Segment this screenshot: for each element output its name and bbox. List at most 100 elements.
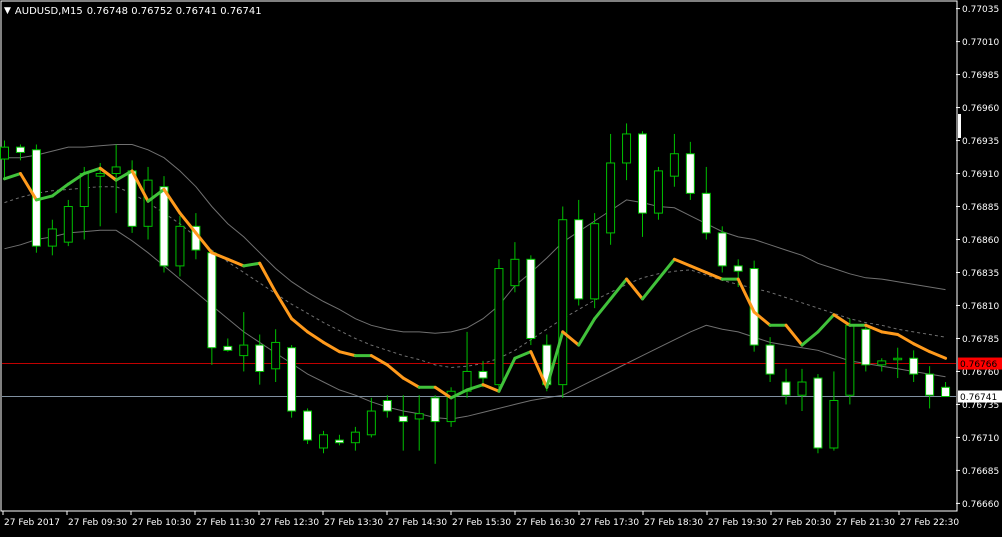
candle-body xyxy=(893,357,903,361)
symbol-label: AUDUSD,M15 xyxy=(14,5,83,17)
candle-body xyxy=(207,252,217,349)
candle-body xyxy=(813,377,823,449)
candle-body xyxy=(781,381,791,396)
candle-body xyxy=(733,265,743,272)
candle-body xyxy=(622,133,632,164)
price-label: 0.76935 xyxy=(962,137,999,147)
candle xyxy=(303,408,313,445)
candle-body xyxy=(606,162,616,234)
candle-body xyxy=(0,146,9,160)
price-label: 0.77035 xyxy=(962,5,999,15)
candle-body xyxy=(558,219,568,386)
triangle-down-icon[interactable]: ▼ xyxy=(4,6,11,16)
price-label: 0.76860 xyxy=(962,236,999,246)
candle-body xyxy=(239,344,249,357)
time-label: 27 Feb 11:30 xyxy=(196,518,255,528)
candle-body xyxy=(669,153,679,177)
chart-header: ▼ AUDUSD,M15 0.76748 0.76752 0.76741 0.7… xyxy=(4,4,262,18)
time-label: 27 Feb 12:30 xyxy=(260,518,319,528)
candle-body xyxy=(143,179,153,227)
time-label: 27 Feb 20:30 xyxy=(772,518,831,528)
candle xyxy=(526,255,536,346)
candle-body xyxy=(590,223,600,300)
candle-body xyxy=(350,431,360,444)
price-label: 0.76910 xyxy=(962,170,999,180)
candle-body xyxy=(861,328,871,366)
candle xyxy=(590,213,600,309)
price-label: 0.76835 xyxy=(962,269,999,279)
candle-body xyxy=(925,373,935,396)
candle xyxy=(845,318,855,405)
candle-body xyxy=(271,341,281,370)
candle xyxy=(861,323,871,372)
candle-body xyxy=(63,206,73,243)
candle-body xyxy=(223,345,233,351)
candle-body xyxy=(717,232,727,267)
candle xyxy=(653,166,663,220)
candle-body xyxy=(638,133,647,214)
candle xyxy=(813,374,823,454)
candle xyxy=(494,259,504,390)
candle-body xyxy=(494,268,504,386)
candle-body xyxy=(526,258,536,339)
price-label: 0.76785 xyxy=(962,335,999,345)
candle-body xyxy=(414,413,424,420)
candle-body xyxy=(430,397,440,423)
price-label: 0.76685 xyxy=(962,467,999,477)
time-label: 27 Feb 14:30 xyxy=(388,518,447,528)
price-label: 0.77010 xyxy=(962,38,999,48)
price-label: 0.76810 xyxy=(962,302,999,312)
candle xyxy=(287,345,297,418)
price-label: 0.76885 xyxy=(962,203,999,213)
candle-body xyxy=(95,173,105,177)
time-label: 27 Feb 19:30 xyxy=(708,518,767,528)
candle-body xyxy=(255,344,265,372)
candle-body xyxy=(797,381,807,396)
candle-body xyxy=(47,228,57,247)
candle-body xyxy=(765,344,775,375)
time-label: 27 Feb 21:30 xyxy=(836,518,895,528)
chart-window[interactable]: ▼ AUDUSD,M15 0.76748 0.76752 0.76741 0.7… xyxy=(0,0,1002,533)
ohlc-values: 0.76748 0.76752 0.76741 0.76741 xyxy=(86,5,262,17)
time-label: 27 Feb 17:30 xyxy=(580,518,639,528)
candle-body xyxy=(685,153,695,194)
candle-body xyxy=(303,410,313,441)
candle-body xyxy=(398,415,408,423)
candle xyxy=(558,206,568,398)
time-label: 27 Feb 22:30 xyxy=(900,518,959,528)
candle-body xyxy=(334,439,344,444)
price-label: 0.76660 xyxy=(962,500,999,510)
price-label: 0.76960 xyxy=(962,104,999,114)
time-label: 27 Feb 18:30 xyxy=(644,518,703,528)
candle xyxy=(446,387,456,427)
price-chart[interactable]: 0.77035 0.77010 0.76985 0.76960 0.76935 0.769… xyxy=(0,0,1002,533)
price-label: 0.76710 xyxy=(962,434,999,444)
time-label: 27 Feb 16:30 xyxy=(516,518,575,528)
time-label: 27 Feb 10:30 xyxy=(132,518,191,528)
time-label: 27 Feb 09:30 xyxy=(68,518,127,528)
candle-body xyxy=(287,347,297,412)
candle-body xyxy=(510,258,520,287)
candle xyxy=(717,226,727,273)
bid-label: 0.76741 xyxy=(960,393,997,403)
candle-body xyxy=(382,399,392,412)
candle-body xyxy=(845,324,855,396)
candle-body xyxy=(478,370,488,379)
candle-body xyxy=(701,192,711,234)
scroll-marker[interactable] xyxy=(958,114,961,138)
candle-body xyxy=(366,410,376,436)
candle xyxy=(207,250,217,365)
candle xyxy=(63,199,73,247)
time-label: 27 Feb 15:30 xyxy=(452,518,511,528)
candle-body xyxy=(877,360,887,366)
candle-body xyxy=(909,357,919,375)
candle-body xyxy=(653,170,663,214)
candle-body xyxy=(829,399,839,449)
red-level-label: 0.76766 xyxy=(960,360,997,370)
price-label: 0.76985 xyxy=(962,71,999,81)
candle-body xyxy=(79,173,89,208)
candle-body xyxy=(175,225,185,267)
candle-body xyxy=(941,386,951,398)
time-label: 27 Feb 13:30 xyxy=(324,518,383,528)
candle-body xyxy=(159,186,169,267)
